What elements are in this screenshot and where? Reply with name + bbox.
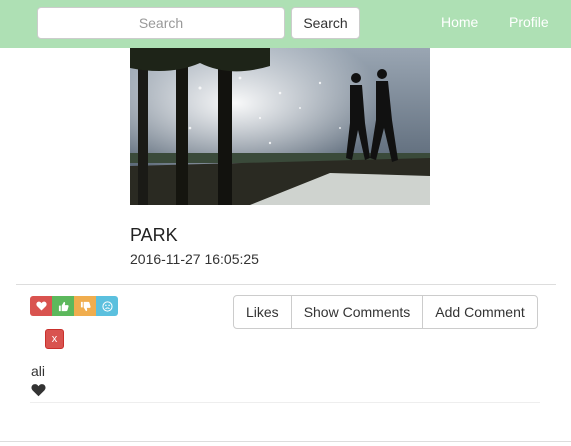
- heart-icon: [35, 301, 47, 311]
- comment-divider: [30, 402, 540, 403]
- dislike-reaction-button[interactable]: [74, 296, 96, 316]
- delete-button[interactable]: x: [45, 329, 64, 349]
- panel-bottom-border: [0, 441, 571, 442]
- love-reaction-button[interactable]: [30, 296, 52, 316]
- thumbs-up-icon: [58, 301, 69, 311]
- post-timestamp: 2016-11-27 16:05:25: [130, 251, 259, 267]
- search-button[interactable]: Search: [291, 7, 360, 39]
- search-input[interactable]: [37, 7, 285, 39]
- like-reaction-button[interactable]: [52, 296, 74, 316]
- post-panel: PARK 2016-11-27 16:05:25 x Likes Show Co…: [0, 48, 571, 446]
- thumbs-down-icon: [80, 301, 91, 311]
- reaction-group: [30, 296, 118, 316]
- likes-button[interactable]: Likes: [233, 295, 292, 329]
- show-comments-button[interactable]: Show Comments: [290, 295, 424, 329]
- post-image: [130, 48, 430, 205]
- post-action-group: Likes Show Comments Add Comment: [233, 295, 538, 329]
- comment-username: ali: [31, 363, 46, 379]
- divider: [16, 284, 556, 285]
- add-comment-button[interactable]: Add Comment: [422, 295, 538, 329]
- navbar: Search Home Profile: [0, 0, 571, 48]
- sad-reaction-button[interactable]: [96, 296, 118, 316]
- heart-icon: [31, 384, 46, 397]
- nav-link-profile[interactable]: Profile: [509, 14, 549, 30]
- nav-link-home[interactable]: Home: [441, 14, 478, 30]
- sad-face-icon: [101, 300, 113, 312]
- post-title: PARK: [130, 225, 178, 245]
